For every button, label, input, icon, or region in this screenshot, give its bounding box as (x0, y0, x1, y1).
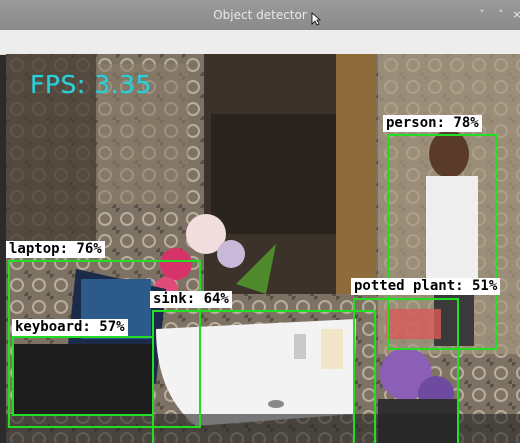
minimize-button[interactable]: ˅ (475, 8, 489, 22)
detection-label-person: person: 78% (383, 115, 482, 132)
window-title: Object detector (213, 8, 307, 22)
detection-box-sink (152, 310, 376, 443)
mouse-cursor-icon (311, 12, 321, 26)
window-titlebar[interactable]: Object detector ˅ ˄ × (0, 0, 520, 30)
fps-counter: FPS: 3.35 (30, 70, 152, 99)
detection-box-keyboard (12, 336, 154, 416)
close-button[interactable]: × (510, 8, 520, 22)
camera-view: FPS: 3.35 person: 78% laptop: 76% sink: … (6, 54, 520, 443)
detection-label-laptop: laptop: 76% (6, 241, 105, 258)
detection-label-sink: sink: 64% (150, 291, 232, 308)
maximize-button[interactable]: ˄ (494, 8, 508, 22)
detection-label-potted-plant: potted plant: 51% (351, 278, 501, 295)
detection-box-potted-plant (353, 298, 459, 443)
detection-label-keyboard: keyboard: 57% (12, 319, 128, 336)
toolbar (0, 30, 520, 55)
